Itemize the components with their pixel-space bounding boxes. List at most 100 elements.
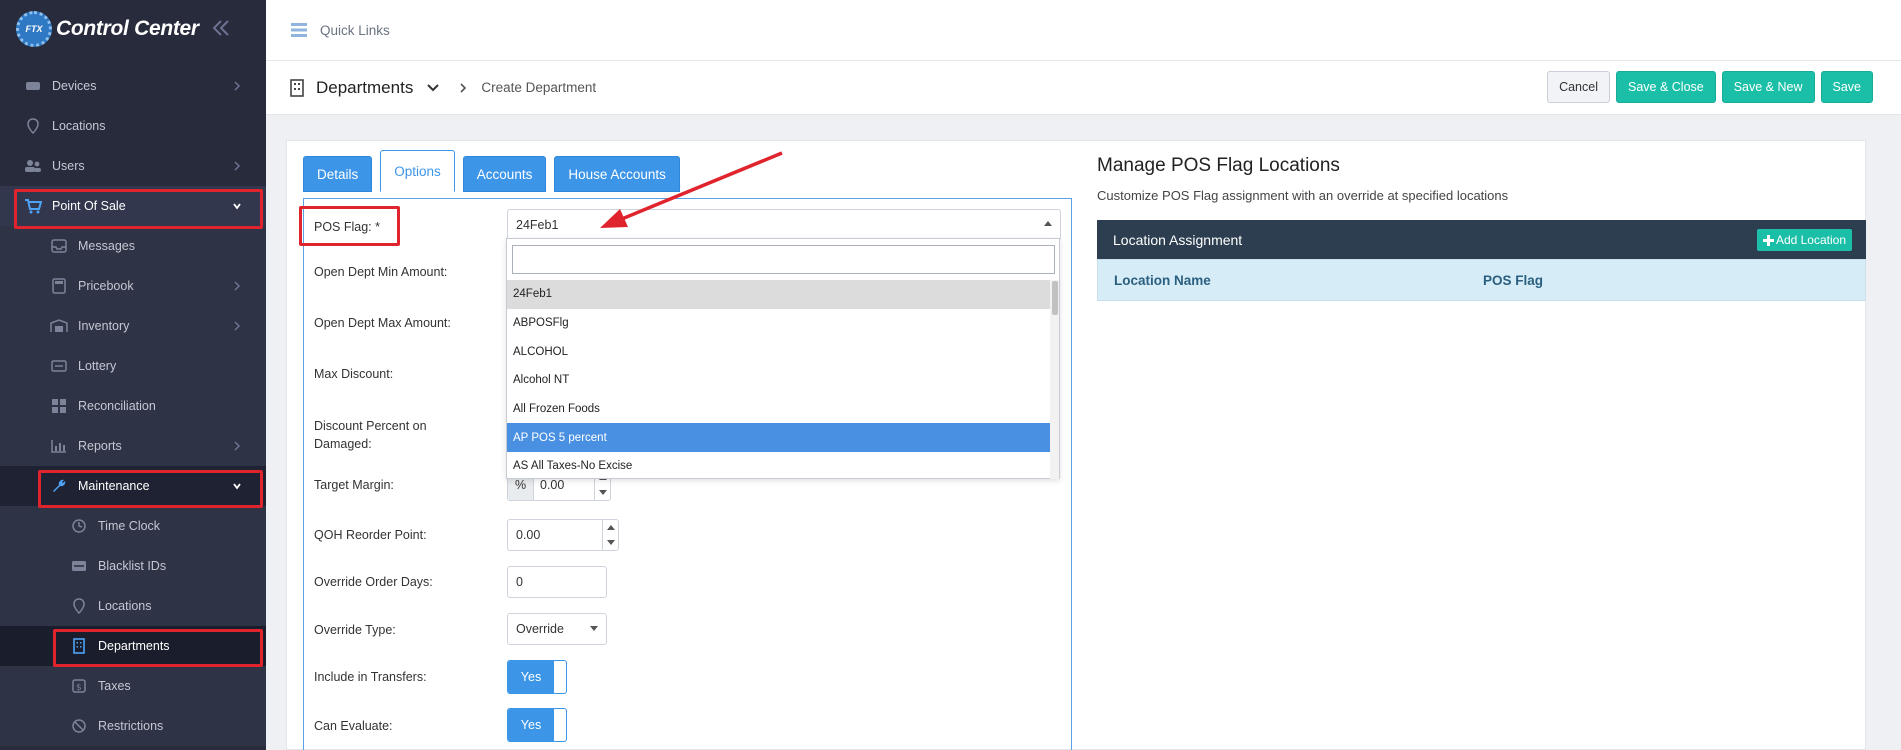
sidebar-item-label: Maintenance xyxy=(78,479,150,493)
chevron-down-icon[interactable] xyxy=(425,82,441,94)
dropdown-option[interactable]: AP POS 5 percent xyxy=(507,423,1051,453)
dropdown-option[interactable]: AS All Taxes-No Excise xyxy=(507,452,1051,481)
save-button[interactable]: Save xyxy=(1820,71,1873,103)
dropdown-option[interactable]: ALCOHOL xyxy=(507,337,1051,366)
target-margin-label: Target Margin: xyxy=(314,478,394,492)
override-days-input[interactable]: 0 xyxy=(507,566,607,598)
plus-icon xyxy=(1762,234,1774,246)
dropdown-search-input[interactable] xyxy=(512,245,1055,274)
sidebar-item-devices[interactable]: Devices xyxy=(0,66,266,106)
sidebar-item-maint-locations[interactable]: Locations xyxy=(0,586,266,626)
sidebar-item-messages[interactable]: Messages xyxy=(0,226,266,266)
pos-flag-dropdown: 24Feb1 ABPOSFlg ALCOHOL Alcohol NT All F… xyxy=(506,238,1060,479)
chevron-right-icon xyxy=(234,441,241,451)
qoh-value: 0.00 xyxy=(516,528,541,542)
col-location-name[interactable]: Location Name xyxy=(1114,273,1211,288)
cancel-button[interactable]: Cancel xyxy=(1547,71,1610,103)
scrollbar-thumb[interactable] xyxy=(1052,281,1058,315)
brand: FTX Control Center xyxy=(0,0,266,58)
dropdown-option[interactable]: 24Feb1 xyxy=(507,280,1051,309)
tab-options[interactable]: Options xyxy=(380,150,455,192)
save-new-button[interactable]: Save & New xyxy=(1721,71,1815,103)
sidebar-item-label: Inventory xyxy=(78,319,130,333)
sidebar-item-lottery[interactable]: Lottery xyxy=(0,346,266,386)
sidebar-nav: Devices Locations Users Point Of Sale Me… xyxy=(0,66,266,746)
sidebar-item-locations[interactable]: Locations xyxy=(0,106,266,146)
pos-flag-label: POS Flag: * xyxy=(314,220,380,234)
tab-bar: Details Options Accounts House Accounts xyxy=(303,150,680,192)
sidebar-item-maintenance[interactable]: Maintenance xyxy=(0,466,266,506)
sidebar-item-label: Locations xyxy=(98,599,152,613)
sidebar-item-point-of-sale[interactable]: Point Of Sale xyxy=(0,186,266,226)
chevron-right-icon xyxy=(234,321,241,331)
open-min-label: Open Dept Min Amount: xyxy=(314,265,448,279)
building-icon xyxy=(70,637,88,655)
dollar-icon: $ xyxy=(70,677,88,695)
dropdown-scrollbar[interactable] xyxy=(1050,280,1059,479)
can-evaluate-toggle[interactable]: Yes xyxy=(507,708,567,742)
chevron-down-icon xyxy=(233,203,241,210)
logo: FTX xyxy=(16,11,52,47)
manage-pos-flag-subtitle: Customize POS Flag assignment with an ov… xyxy=(1097,188,1509,203)
sidebar-item-pricebook[interactable]: Pricebook xyxy=(0,266,266,306)
sidebar-item-time-clock[interactable]: Time Clock xyxy=(0,506,266,546)
override-type-label: Override Type: xyxy=(314,623,396,637)
svg-text:$: $ xyxy=(76,683,82,693)
sidebar-item-blacklist-ids[interactable]: Blacklist IDs xyxy=(0,546,266,586)
can-evaluate-label: Can Evaluate: xyxy=(314,719,393,733)
sidebar-item-label: Reconciliation xyxy=(78,399,156,413)
pos-submenu: Messages Pricebook Inventory Lottery Rec… xyxy=(0,226,266,746)
chevron-down-icon xyxy=(233,483,241,490)
sidebar-item-label: Time Clock xyxy=(98,519,161,533)
override-type-select[interactable]: Override xyxy=(507,613,607,645)
sidebar-item-reports[interactable]: Reports xyxy=(0,426,266,466)
sidebar-item-label: Restrictions xyxy=(98,719,164,733)
clock-icon xyxy=(70,517,88,535)
discount-damaged-label-line2: Damaged: xyxy=(314,437,372,451)
add-location-label: Add Location xyxy=(1775,233,1846,247)
sidebar-item-reconciliation[interactable]: Reconciliation xyxy=(0,386,266,426)
page-title: Departments xyxy=(316,77,414,97)
save-close-button[interactable]: Save & Close xyxy=(1615,71,1716,103)
menu-icon[interactable] xyxy=(290,22,308,38)
dropdown-option[interactable]: Alcohol NT xyxy=(507,366,1051,395)
tab-house-accounts[interactable]: House Accounts xyxy=(554,156,680,192)
cart-icon xyxy=(24,197,42,215)
qoh-spinner[interactable] xyxy=(602,520,618,550)
calculator-icon xyxy=(50,277,68,295)
breadcrumb: Create Department xyxy=(481,80,597,95)
include-transfers-toggle[interactable]: Yes xyxy=(507,660,567,694)
location-assignment-header: Location Assignment Add Location xyxy=(1097,220,1866,259)
include-transfers-label: Include in Transfers: xyxy=(314,670,427,684)
sidebar-item-taxes[interactable]: $ Taxes xyxy=(0,666,266,706)
dropdown-option[interactable]: All Frozen Foods xyxy=(507,395,1051,424)
quick-links[interactable]: Quick Links xyxy=(320,23,390,38)
pos-flag-select[interactable]: 24Feb1 xyxy=(507,209,1061,241)
grid-icon xyxy=(50,397,68,415)
qoh-input[interactable]: 0.00 xyxy=(507,519,619,551)
caret-up-icon xyxy=(1044,221,1052,226)
collapse-sidebar-icon[interactable] xyxy=(210,16,232,40)
dropdown-option[interactable]: ABPOSFlg xyxy=(507,309,1051,338)
qoh-label: QOH Reorder Point: xyxy=(314,528,427,542)
sidebar-item-label: Pricebook xyxy=(78,279,134,293)
discount-damaged-label: Discount Percent on Damaged: xyxy=(314,417,427,453)
sidebar-item-label: Lottery xyxy=(78,359,117,373)
discount-damaged-label-line1: Discount Percent on xyxy=(314,419,427,433)
sidebar-item-departments[interactable]: Departments xyxy=(0,626,266,666)
override-days-value: 0 xyxy=(516,575,523,589)
override-type-value: Override xyxy=(516,622,564,636)
include-transfers-value: Yes xyxy=(508,661,554,693)
add-location-button[interactable]: Add Location xyxy=(1756,229,1852,251)
dropdown-list: 24Feb1 ABPOSFlg ALCOHOL Alcohol NT All F… xyxy=(507,280,1051,481)
tab-details[interactable]: Details xyxy=(303,156,373,192)
sidebar: FTX Control Center Devices Locations Use… xyxy=(0,0,266,750)
sidebar-item-restrictions[interactable]: Restrictions xyxy=(0,706,266,746)
ticket-icon xyxy=(50,357,68,375)
sidebar-item-inventory[interactable]: Inventory xyxy=(0,306,266,346)
sidebar-item-label: Departments xyxy=(98,639,170,653)
tab-accounts[interactable]: Accounts xyxy=(462,156,547,192)
building-icon xyxy=(290,78,304,97)
col-pos-flag[interactable]: POS Flag xyxy=(1483,273,1543,288)
sidebar-item-users[interactable]: Users xyxy=(0,146,266,186)
